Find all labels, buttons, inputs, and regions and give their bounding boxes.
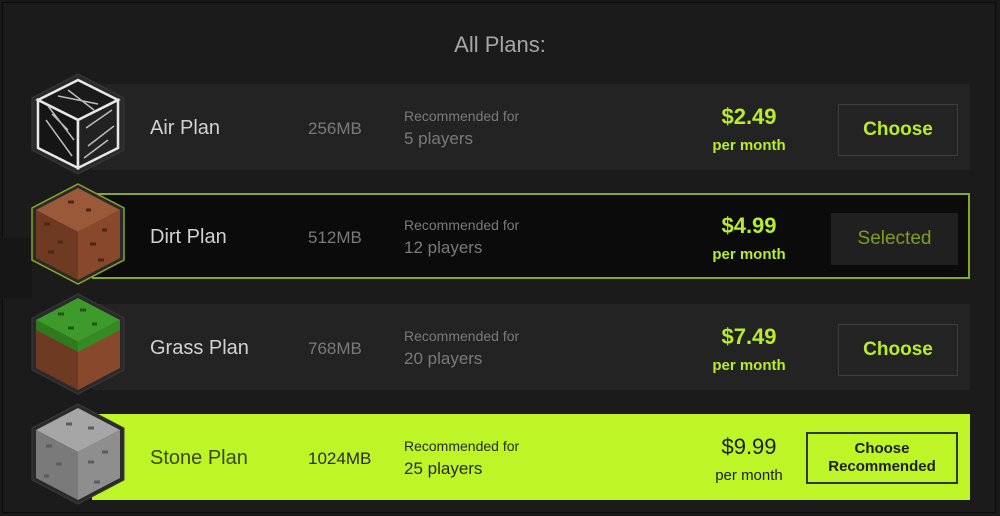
- button-line: Choose Recommended: [828, 440, 936, 476]
- plan-period: per month: [712, 246, 786, 263]
- plan-price: $4.99: [721, 213, 777, 238]
- plan-memory: 256MB: [308, 119, 362, 138]
- plan-price: $7.49: [721, 324, 777, 349]
- plan-price: $2.49: [721, 104, 777, 129]
- plan-recommended-label: Recommended for: [404, 108, 520, 124]
- button-line-1: Choose: [854, 440, 910, 457]
- plan-players: 25 players: [404, 459, 483, 478]
- plan-row-grass: Grass Plan 768MB Recommended for 20 play…: [92, 304, 970, 390]
- plan-memory: 1024MB: [308, 449, 372, 468]
- plan-name: Air Plan: [150, 117, 221, 139]
- plan-period: per month: [712, 357, 786, 374]
- plan-period: per month: [715, 467, 783, 484]
- plan-players: 12 players: [404, 238, 483, 257]
- plan-players: 5 players: [404, 129, 473, 148]
- dirt-block-icon: [28, 180, 128, 288]
- plan-memory: 768MB: [308, 339, 362, 358]
- plan-row-air: Air Plan 256MB Recommended for 5 players…: [92, 84, 970, 170]
- page-title: All Plans:: [454, 32, 546, 57]
- air-block-icon: [28, 70, 128, 178]
- selected-dirt-button[interactable]: Selected: [831, 213, 958, 265]
- plan-name: Stone Plan: [150, 447, 248, 469]
- plan-players: 20 players: [404, 349, 483, 368]
- plan-recommended-label: Recommended for: [404, 217, 520, 233]
- plan-period: per month: [712, 137, 786, 154]
- plan-recommended-label: Recommended for: [404, 438, 520, 454]
- plan-name: Dirt Plan: [150, 226, 227, 248]
- choose-recommended-stone-button[interactable]: Choose Recommended: [806, 432, 958, 484]
- stone-block-icon: [28, 400, 128, 508]
- plan-price: $9.99: [721, 434, 777, 459]
- choose-grass-button[interactable]: Choose: [838, 324, 958, 376]
- plan-memory: 512MB: [308, 228, 362, 247]
- plan-row-dirt: Dirt Plan 512MB Recommended for 12 playe…: [92, 193, 970, 279]
- plan-recommended-label: Recommended for: [404, 328, 520, 344]
- choose-air-button[interactable]: Choose: [838, 104, 958, 156]
- button-line-2: Recommended: [828, 458, 936, 475]
- grass-block-icon: [28, 290, 128, 398]
- plan-name: Grass Plan: [150, 337, 249, 359]
- plan-row-stone: Stone Plan 1024MB Recommended for 25 pla…: [92, 414, 970, 500]
